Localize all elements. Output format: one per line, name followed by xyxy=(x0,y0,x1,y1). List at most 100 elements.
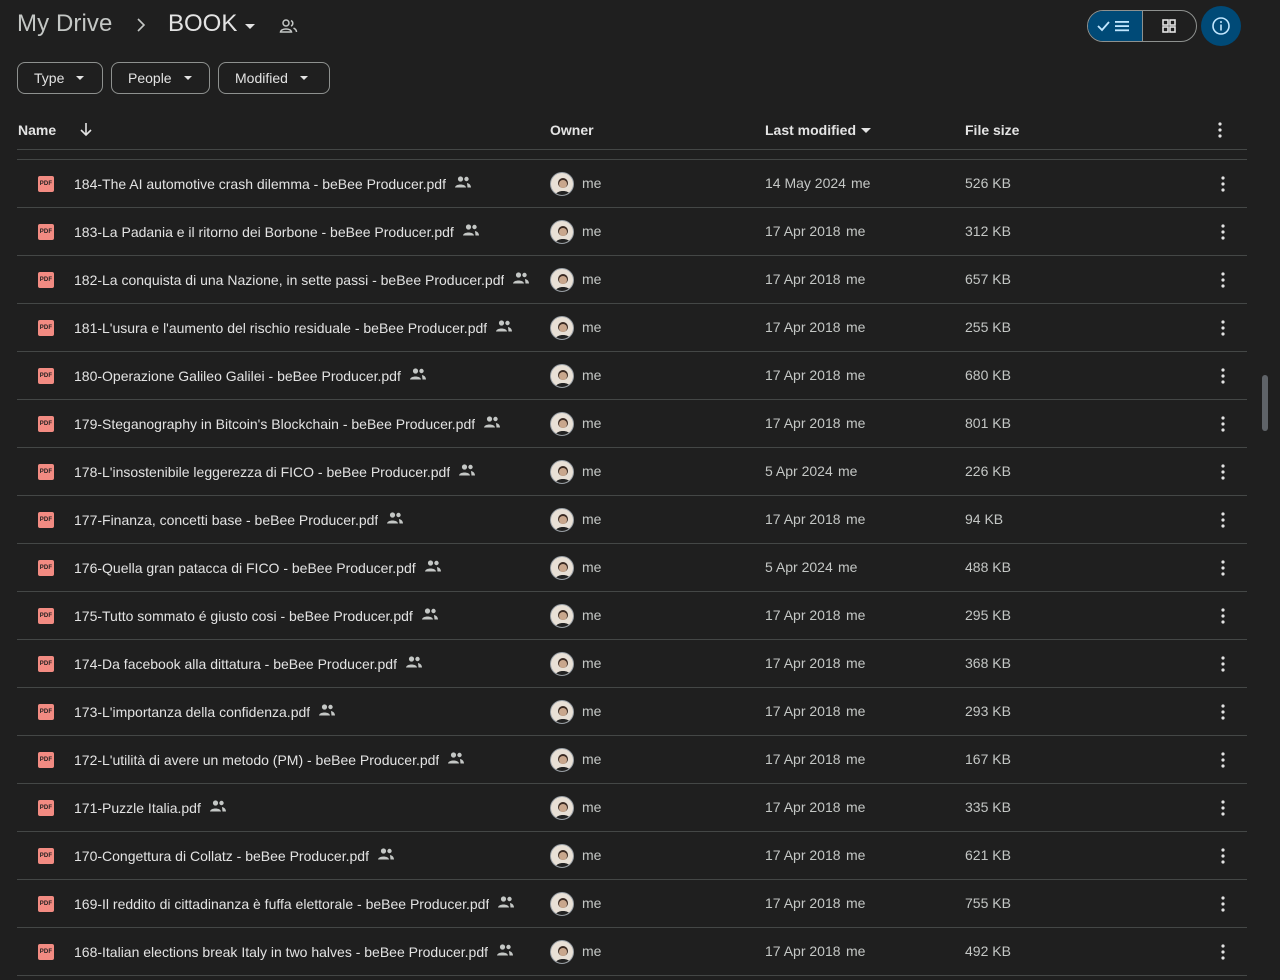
file-name-cell: 179-Steganography in Bitcoin's Blockchai… xyxy=(74,415,501,432)
file-row[interactable]: PDF 176-Quella gran patacca di FICO - be… xyxy=(17,544,1247,592)
file-row[interactable]: PDF 182-La conquista di una Nazione, in … xyxy=(17,256,1247,304)
file-name: 184-The AI automotive crash dilemma - be… xyxy=(74,175,446,192)
column-owner[interactable]: Owner xyxy=(550,122,594,138)
people-filter-chip[interactable]: People xyxy=(111,62,210,94)
more-vert-icon[interactable] xyxy=(1213,414,1233,437)
owner: me xyxy=(582,223,602,239)
type-filter-chip[interactable]: Type xyxy=(17,62,103,94)
pdf-icon: PDF xyxy=(38,272,54,288)
file-row[interactable]: PDF 169-Il reddito di cittadinanza è fuf… xyxy=(17,880,1247,928)
pdf-icon: PDF xyxy=(38,416,54,432)
file-row[interactable]: PDF 183-La Padania e il ritorno dei Borb… xyxy=(17,208,1247,256)
file-name: 173-L'importanza della confidenza.pdf xyxy=(74,703,311,720)
breadcrumb-my-drive[interactable]: My Drive xyxy=(17,10,112,38)
modified-filter-chip[interactable]: Modified xyxy=(218,62,330,94)
more-vert-icon[interactable] xyxy=(1213,654,1233,677)
last-modified-by: me xyxy=(846,751,866,767)
more-vert-icon[interactable] xyxy=(1213,366,1233,389)
check-list-icon xyxy=(1097,21,1129,32)
file-row[interactable]: PDF 171-Puzzle Italia.pdf me 17 Apr 2018… xyxy=(17,784,1247,832)
owner: me xyxy=(582,607,602,623)
file-name: 183-La Padania e il ritorno dei Borbone … xyxy=(74,223,454,240)
file-name: 171-Puzzle Italia.pdf xyxy=(74,799,201,816)
file-row[interactable]: PDF 184-The AI automotive crash dilemma … xyxy=(17,160,1247,208)
last-modified-by: me xyxy=(846,703,866,719)
file-row[interactable]: PDF 175-Tutto sommato é giusto cosi - be… xyxy=(17,592,1247,640)
pdf-icon: PDF xyxy=(38,560,54,576)
file-list: PDF 184-The AI automotive crash dilemma … xyxy=(17,160,1247,980)
file-row[interactable]: PDF 180-Operazione Galileo Galilei - beB… xyxy=(17,352,1247,400)
list-view-button[interactable] xyxy=(1088,11,1143,41)
more-vert-icon[interactable] xyxy=(1213,846,1233,869)
owner: me xyxy=(582,175,602,191)
file-size: 657 KB xyxy=(965,271,1011,287)
shared-icon xyxy=(454,175,472,192)
more-vert-icon[interactable] xyxy=(1213,798,1233,821)
file-name-cell: 176-Quella gran patacca di FICO - beBee … xyxy=(74,559,442,576)
file-row[interactable]: PDF 173-L'importanza della confidenza.pd… xyxy=(17,688,1247,736)
breadcrumb-current-folder[interactable]: BOOK xyxy=(168,10,256,38)
shared-icon xyxy=(409,367,427,384)
file-row[interactable]: PDF 168-Italian elections break Italy in… xyxy=(17,928,1247,976)
file-name: 179-Steganography in Bitcoin's Blockchai… xyxy=(74,415,476,432)
last-modified-date: 17 Apr 2018 xyxy=(765,319,841,335)
file-name-cell: 170-Congettura di Collatz - beBee Produc… xyxy=(74,847,395,864)
more-vert-icon[interactable] xyxy=(1213,510,1233,533)
last-modified-date: 17 Apr 2018 xyxy=(765,895,841,911)
file-row[interactable]: PDF 172-L'utilità di avere un metodo (PM… xyxy=(17,736,1247,784)
shared-icon xyxy=(495,319,513,336)
file-name-cell: 181-L'usura e l'aumento del rischio resi… xyxy=(74,319,513,336)
more-vert-icon[interactable] xyxy=(1213,606,1233,629)
file-size: 94 KB xyxy=(965,511,1004,527)
more-vert-icon[interactable] xyxy=(1213,462,1233,485)
file-name: 178-L'insostenibile leggerezza di FICO -… xyxy=(74,463,451,480)
arrow-down-icon[interactable] xyxy=(79,120,93,141)
last-modified-by: me xyxy=(846,799,866,815)
avatar xyxy=(550,556,574,580)
owner: me xyxy=(582,895,602,911)
last-modified-by: me xyxy=(846,271,866,287)
shared-people-icon[interactable] xyxy=(279,17,299,40)
file-row[interactable]: PDF 170-Congettura di Collatz - beBee Pr… xyxy=(17,832,1247,880)
more-vert-icon[interactable] xyxy=(1213,750,1233,773)
last-modified-by: me xyxy=(846,655,866,671)
more-vert-icon[interactable] xyxy=(1213,318,1233,341)
owner: me xyxy=(582,463,602,479)
last-modified-by: me xyxy=(846,319,866,335)
more-vert-icon[interactable] xyxy=(1213,558,1233,581)
column-file-size[interactable]: File size xyxy=(965,122,1019,138)
last-modified-date: 17 Apr 2018 xyxy=(765,655,841,671)
chip-label: People xyxy=(128,70,172,86)
file-name: 181-L'usura e l'aumento del rischio resi… xyxy=(74,319,488,336)
pdf-icon: PDF xyxy=(38,656,54,672)
shared-icon xyxy=(497,895,515,912)
more-vert-icon[interactable] xyxy=(1213,222,1233,245)
file-row[interactable]: PDF 174-Da facebook alla dittatura - beB… xyxy=(17,640,1247,688)
more-vert-icon[interactable] xyxy=(1213,702,1233,725)
pdf-icon: PDF xyxy=(38,752,54,768)
file-row[interactable]: PDF 178-L'insostenibile leggerezza di FI… xyxy=(17,448,1247,496)
file-size: 167 KB xyxy=(965,751,1011,767)
file-size: 255 KB xyxy=(965,319,1011,335)
owner: me xyxy=(582,655,602,671)
scrollbar-thumb[interactable] xyxy=(1262,375,1268,431)
owner: me xyxy=(582,559,602,575)
more-vert-icon[interactable] xyxy=(1210,120,1230,143)
column-last-modified[interactable]: Last modified xyxy=(765,122,872,138)
file-name-cell: 184-The AI automotive crash dilemma - be… xyxy=(74,175,472,192)
file-row[interactable]: PDF 179-Steganography in Bitcoin's Block… xyxy=(17,400,1247,448)
column-name[interactable]: Name xyxy=(18,122,56,138)
more-vert-icon[interactable] xyxy=(1213,942,1233,965)
last-modified-by: me xyxy=(846,943,866,959)
more-vert-icon[interactable] xyxy=(1213,270,1233,293)
file-row[interactable]: PDF 181-L'usura e l'aumento del rischio … xyxy=(17,304,1247,352)
more-vert-icon[interactable] xyxy=(1213,174,1233,197)
grid-view-button[interactable] xyxy=(1143,11,1197,41)
info-button[interactable] xyxy=(1201,6,1241,46)
last-modified-by: me xyxy=(851,175,871,191)
more-vert-icon[interactable] xyxy=(1213,894,1233,917)
last-modified-date: 17 Apr 2018 xyxy=(765,943,841,959)
file-row[interactable]: PDF 177-Finanza, concetti base - beBee P… xyxy=(17,496,1247,544)
avatar xyxy=(550,508,574,532)
avatar xyxy=(550,652,574,676)
